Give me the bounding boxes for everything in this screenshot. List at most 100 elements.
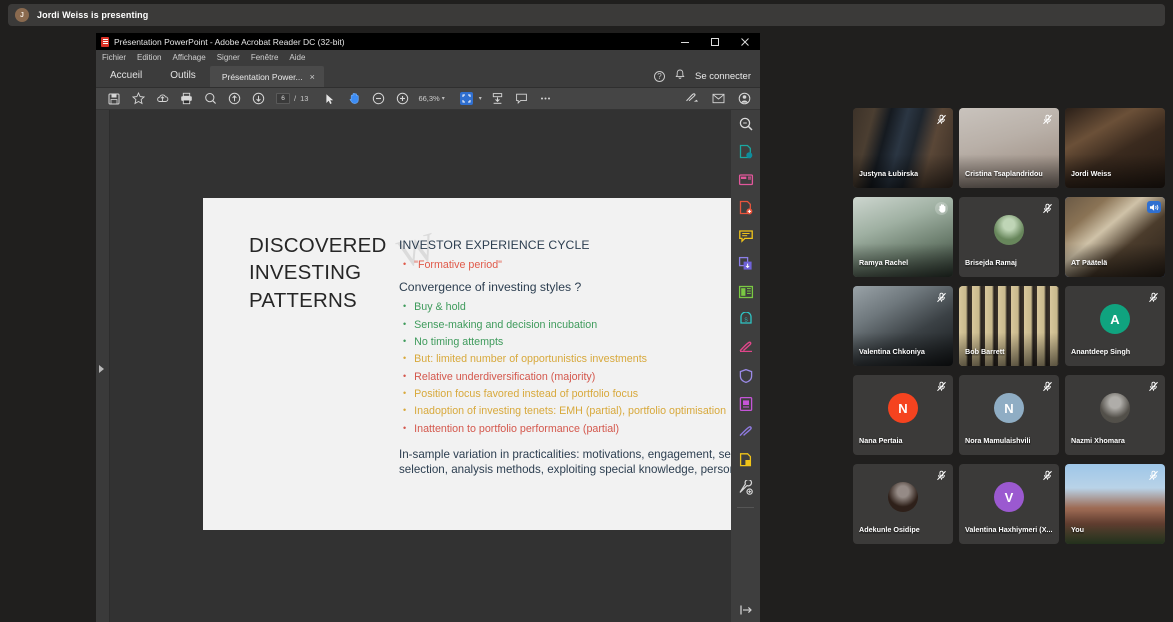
muted-microphone-icon	[935, 469, 948, 482]
participant-tile[interactable]: Bob Barrett	[959, 286, 1059, 366]
protect-tool-icon[interactable]	[731, 362, 760, 390]
create-pdf-tool-icon[interactable]	[731, 194, 760, 222]
left-navigation-rail[interactable]	[96, 110, 110, 622]
page-navigation[interactable]: 6 / 13	[276, 93, 308, 104]
participant-name: Bob Barrett	[965, 347, 1005, 356]
avatar: N	[994, 393, 1024, 423]
bullet-marker-icon: •	[403, 299, 406, 316]
participant-tile[interactable]: AT Päätelä	[1065, 197, 1165, 277]
acrobat-window: Présentation PowerPoint - Adobe Acrobat …	[96, 33, 760, 622]
fit-page-icon[interactable]	[455, 88, 479, 110]
attach-signature-icon[interactable]	[680, 88, 704, 110]
participant-name: AT Päätelä	[1071, 258, 1107, 267]
participant-tile[interactable]: NNora Mamulaishvili	[959, 375, 1059, 455]
menu-signer[interactable]: Signer	[217, 53, 240, 62]
zoom-out-icon[interactable]	[366, 88, 390, 110]
email-icon[interactable]	[706, 88, 730, 110]
comment-tool-icon[interactable]	[731, 222, 760, 250]
participant-tile[interactable]: Ramya Rachel	[853, 197, 953, 277]
menu-fichier[interactable]: Fichier	[102, 53, 126, 62]
page-view[interactable]: W DISCOVERED INVESTING PATTERNS INVESTOR…	[110, 110, 745, 622]
menu-fenetre[interactable]: Fenêtre	[251, 53, 279, 62]
participant-tile[interactable]: You	[1065, 464, 1165, 544]
print-icon[interactable]	[174, 88, 198, 110]
fill-and-sign-tool-icon[interactable]	[731, 334, 760, 362]
organize-pages-tool-icon[interactable]	[731, 166, 760, 194]
redact-tool-icon[interactable]	[731, 446, 760, 474]
page-total: 13	[300, 94, 308, 103]
edit-pdf-tool-icon[interactable]	[731, 278, 760, 306]
menu-affichage[interactable]: Affichage	[172, 53, 205, 62]
slide-bullet-item: •But: limited number of opportunistics i…	[399, 351, 745, 368]
slide-bullet-text: "Formative period"	[414, 257, 502, 274]
save-icon[interactable]	[102, 88, 126, 110]
participant-tile[interactable]: Cristina Tsaplandridou	[959, 108, 1059, 188]
acrobat-menubar: Fichier Edition Affichage Signer Fenêtre…	[96, 50, 760, 64]
avatar: A	[1100, 304, 1130, 334]
sign-in-button[interactable]: Se connecter	[695, 71, 751, 82]
muted-microphone-icon	[1147, 291, 1160, 304]
menu-aide[interactable]: Aide	[289, 53, 305, 62]
raised-hand-icon	[935, 202, 948, 215]
slide-bullet-text: Relative underdiversification (majority)	[414, 369, 595, 386]
muted-microphone-icon	[935, 113, 948, 126]
slide-bullet-item: •Relative underdiversification (majority…	[399, 369, 745, 386]
tab-close-icon[interactable]: ×	[310, 72, 315, 82]
participant-tile[interactable]: NNana Pertaia	[853, 375, 953, 455]
minimize-icon[interactable]	[670, 33, 700, 50]
export-pdf-tool-icon[interactable]	[731, 138, 760, 166]
close-icon[interactable]	[730, 33, 760, 50]
next-page-icon[interactable]	[246, 88, 270, 110]
avatar-photo	[888, 482, 918, 512]
tab-outils[interactable]: Outils	[156, 64, 210, 87]
select-tool-icon[interactable]	[318, 88, 342, 110]
scroll-mode-icon[interactable]	[486, 88, 510, 110]
stamp-tool-icon[interactable]: S	[731, 306, 760, 334]
certificates-tool-icon[interactable]	[731, 390, 760, 418]
help-icon[interactable]: ?	[654, 71, 665, 82]
hand-tool-icon[interactable]	[342, 88, 366, 110]
participant-tile[interactable]: VValentina Haxhiymeri (X...	[959, 464, 1059, 544]
comment-icon[interactable]	[510, 88, 534, 110]
zoom-level-value[interactable]: 66,3%	[418, 94, 439, 103]
previous-page-icon[interactable]	[222, 88, 246, 110]
expand-navigation-arrow-icon[interactable]	[99, 365, 104, 373]
more-tools-rail-icon[interactable]	[731, 474, 760, 502]
participant-tile[interactable]: Nazmi Xhomara	[1065, 375, 1165, 455]
slide-bullet-list: •Buy & hold•Sense-making and decision in…	[399, 299, 745, 438]
more-tools-icon[interactable]	[534, 88, 558, 110]
participant-tile[interactable]: Valentina Chkoniya	[853, 286, 953, 366]
page-number-input[interactable]: 6	[276, 93, 290, 104]
slide-bullet-item: •No timing attempts	[399, 334, 745, 351]
zoom-in-icon[interactable]	[390, 88, 414, 110]
window-controls	[670, 33, 760, 50]
menu-edition[interactable]: Edition	[137, 53, 161, 62]
zoom-dropdown-caret-icon[interactable]: ▾	[442, 95, 445, 102]
participant-tile[interactable]: Brisejda Ramaj	[959, 197, 1059, 277]
measure-tool-icon[interactable]	[731, 418, 760, 446]
muted-microphone-icon	[1147, 380, 1160, 393]
tab-document[interactable]: Présentation Power... ×	[210, 66, 324, 87]
search-tool-icon[interactable]	[731, 110, 760, 138]
slide-body: INVESTOR EXPERIENCE CYCLE • "Formative p…	[399, 238, 745, 478]
slide-bullet-text: But: limited number of opportunistics in…	[414, 351, 647, 368]
maximize-icon[interactable]	[700, 33, 730, 50]
participant-name: Brisejda Ramaj	[965, 258, 1017, 267]
fit-dropdown-caret-icon[interactable]: ▾	[479, 95, 482, 102]
combine-files-tool-icon[interactable]	[731, 250, 760, 278]
share-person-icon[interactable]	[732, 88, 756, 110]
participant-tile[interactable]: Jordi Weiss	[1065, 108, 1165, 188]
upload-to-cloud-icon[interactable]	[150, 88, 174, 110]
slide-bullet-text: Sense-making and decision incubation	[414, 317, 597, 334]
search-icon[interactable]	[198, 88, 222, 110]
participant-tile[interactable]: AAnantdeep Singh	[1065, 286, 1165, 366]
tab-accueil[interactable]: Accueil	[96, 64, 156, 87]
collapse-panel-icon[interactable]	[731, 604, 760, 616]
acrobat-tabbar: Accueil Outils Présentation Power... × ?…	[96, 64, 760, 88]
participant-tile[interactable]: Justyna Łubirska	[853, 108, 953, 188]
bell-icon[interactable]	[675, 69, 685, 83]
slide-bullet-item: •Inattention to portfolio performance (p…	[399, 421, 745, 438]
add-to-favorites-icon[interactable]	[126, 88, 150, 110]
participant-name: Jordi Weiss	[1071, 169, 1111, 178]
participant-tile[interactable]: Adekunle Osidipe	[853, 464, 953, 544]
